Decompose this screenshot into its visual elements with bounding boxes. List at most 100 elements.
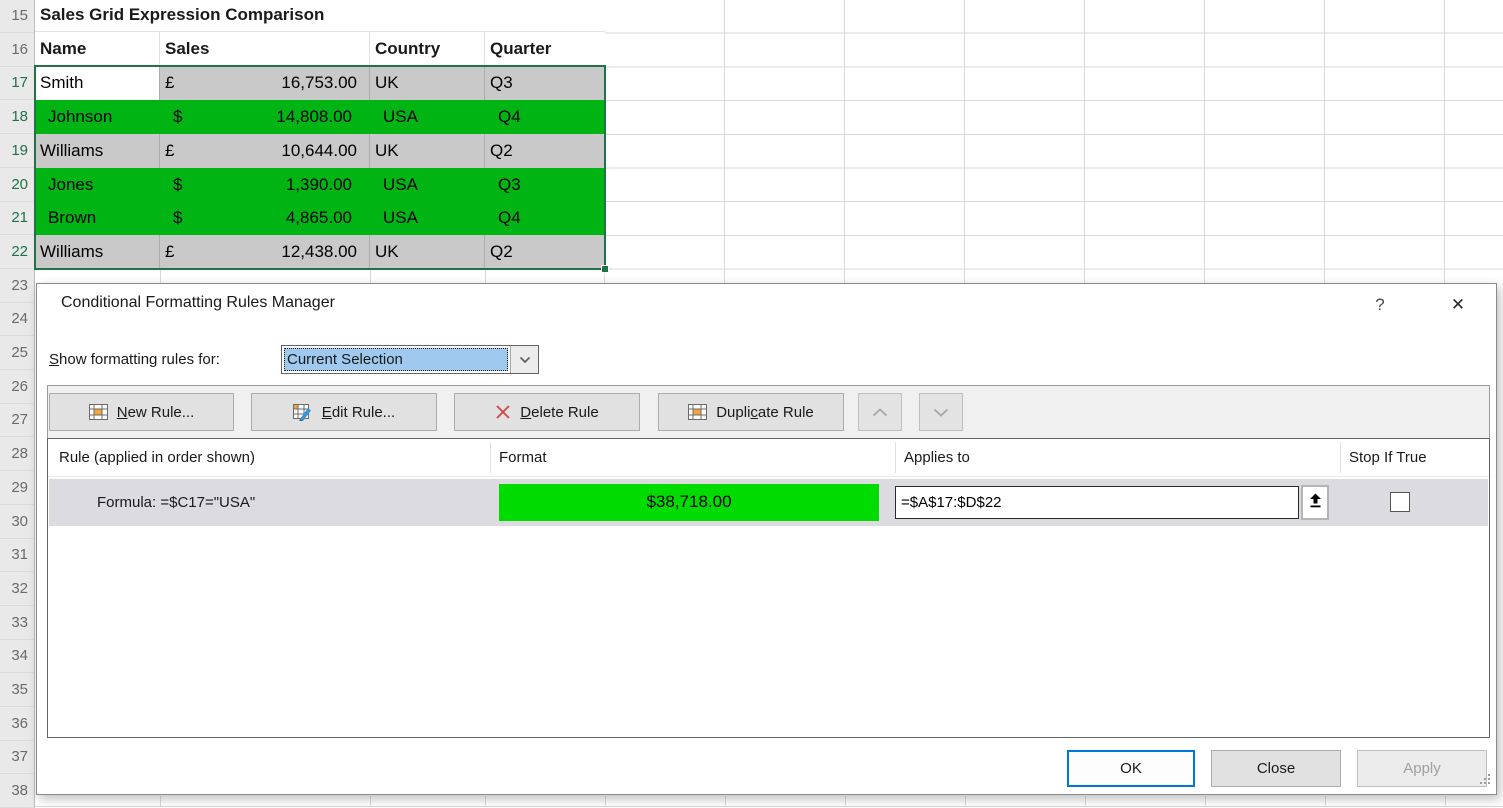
row-header[interactable]: 15 [0, 0, 34, 33]
row-header[interactable]: 27 [0, 403, 34, 437]
cell-a15-title[interactable]: Sales Grid Expression Comparison [35, 0, 605, 32]
cell-sales[interactable]: $ 14,808.00 [160, 100, 370, 134]
cell-quarter[interactable]: Q4 [485, 100, 605, 134]
cell-quarter[interactable]: Q2 [485, 235, 605, 269]
cell-sales[interactable]: £ 12,438.00 [160, 235, 370, 269]
cf-rules-manager-dialog: Conditional Formatting Rules Manager ? ✕… [36, 283, 1497, 795]
sheet-gridlines-row23 [35, 269, 605, 283]
edit-rule-button[interactable]: Edit Rule... [251, 393, 437, 431]
row-header[interactable]: 25 [0, 336, 34, 370]
row-header[interactable]: 29 [0, 471, 34, 505]
close-icon[interactable]: ✕ [1441, 290, 1475, 320]
delete-rule-button[interactable]: Delete Rule [454, 393, 640, 431]
header-cell-quarter[interactable]: Quarter [485, 32, 605, 66]
cell-country[interactable]: USA [370, 100, 485, 134]
row-header[interactable]: 35 [0, 673, 34, 707]
row-header[interactable]: 26 [0, 370, 34, 404]
row-header[interactable]: 24 [0, 302, 34, 336]
close-button[interactable]: Close [1211, 750, 1341, 787]
row-header[interactable]: 22 [0, 235, 34, 269]
help-icon[interactable]: ? [1367, 292, 1393, 318]
row-header[interactable]: 37 [0, 740, 34, 774]
sheet-row: Smith £ 16,753.00 UK Q3 [35, 66, 605, 100]
header-cell-country[interactable]: Country [370, 32, 485, 66]
sales-amount: 14,808.00 [276, 100, 352, 134]
cell-quarter[interactable]: Q2 [485, 134, 605, 168]
applies-to-input[interactable] [895, 486, 1299, 519]
cell-name[interactable]: Smith [35, 66, 160, 100]
sheet-gridlines-right [605, 0, 1503, 283]
row-header[interactable]: 34 [0, 639, 34, 673]
row-number-label: 27 [11, 411, 28, 428]
row-header[interactable]: 33 [0, 606, 34, 640]
cell-quarter[interactable]: Q3 [485, 66, 605, 100]
apply-button[interactable]: Apply [1357, 750, 1487, 787]
currency-symbol: $ [173, 168, 182, 202]
scope-dropdown[interactable]: Current Selection [281, 345, 539, 374]
sales-amount: 10,644.00 [281, 134, 357, 168]
cell-sales[interactable]: £ 10,644.00 [160, 134, 370, 168]
row-header[interactable]: 32 [0, 572, 34, 606]
fill-handle[interactable] [601, 265, 609, 273]
row-header[interactable]: 21 [0, 201, 34, 235]
row-header[interactable]: 28 [0, 437, 34, 471]
sheet-row: Johnson $ 14,808.00 USA Q4 [35, 100, 605, 134]
sales-amount: 1,390.00 [286, 168, 352, 202]
row-number-label: 25 [11, 344, 28, 361]
ok-button[interactable]: OK [1067, 750, 1195, 787]
row-header[interactable]: 19 [0, 134, 34, 168]
row-header[interactable]: 20 [0, 168, 34, 202]
currency-symbol: $ [173, 100, 182, 134]
row-number-label: 38 [11, 782, 28, 799]
rule-row[interactable]: Formula: =$C17="USA" $38,718.00 [49, 479, 1488, 526]
cell-country[interactable]: UK [370, 66, 485, 100]
move-rule-up-button[interactable] [858, 393, 902, 431]
row-number-label: 35 [11, 681, 28, 698]
cell-quarter[interactable]: Q3 [485, 168, 605, 202]
cell-sales[interactable]: £ 16,753.00 [160, 66, 370, 100]
cell-name[interactable]: Johnson [35, 100, 160, 134]
cell-name[interactable]: Jones [35, 168, 160, 202]
collapse-dialog-button[interactable] [1301, 485, 1329, 520]
row-header[interactable]: 17 [0, 66, 34, 100]
cell-name[interactable]: Brown [35, 201, 160, 235]
gridline [1445, 796, 1446, 806]
row-header[interactable]: 16 [0, 33, 34, 67]
cell-quarter[interactable]: Q4 [485, 201, 605, 235]
move-rule-down-button[interactable] [919, 393, 963, 431]
row-header[interactable]: 38 [0, 774, 34, 808]
row-header[interactable]: 23 [0, 269, 34, 303]
cell-sales[interactable]: $ 4,865.00 [160, 201, 370, 235]
row-number-label: 29 [11, 479, 28, 496]
row-header[interactable]: 30 [0, 505, 34, 539]
scope-dropdown-button[interactable] [510, 346, 538, 373]
new-rule-button[interactable]: New Rule... [49, 393, 234, 431]
sheet-row: Jones $ 1,390.00 USA Q3 [35, 168, 605, 202]
cell-country[interactable]: UK [370, 134, 485, 168]
sales-amount: 16,753.00 [281, 66, 357, 100]
sheet-row: Brown $ 4,865.00 USA Q4 [35, 201, 605, 235]
duplicate-rule-button[interactable]: Duplicate Rule [658, 393, 844, 431]
cell-sales[interactable]: $ 1,390.00 [160, 168, 370, 202]
rule-formula-text: Formula: =$C17="USA" [97, 479, 255, 526]
sheet-row: Williams £ 12,438.00 UK Q2 [35, 235, 605, 269]
sales-amount: 4,865.00 [286, 201, 352, 235]
resize-grip-icon[interactable] [1478, 772, 1492, 790]
cell-country[interactable]: USA [370, 168, 485, 202]
cell-country[interactable]: USA [370, 201, 485, 235]
stop-if-true-checkbox[interactable] [1390, 492, 1410, 512]
header-cell-name[interactable]: Name [35, 32, 160, 66]
gridline [485, 796, 486, 806]
row-header[interactable]: 36 [0, 707, 34, 741]
collapse-arrow-icon [1309, 493, 1322, 512]
column-header-stop-if-true: Stop If True [1349, 439, 1427, 476]
row-header[interactable]: 18 [0, 100, 34, 134]
header-cell-sales[interactable]: Sales [160, 32, 370, 66]
cell-country[interactable]: UK [370, 235, 485, 269]
cell-name[interactable]: Williams [35, 134, 160, 168]
row-header[interactable]: 31 [0, 538, 34, 572]
cell-name[interactable]: Williams [35, 235, 160, 269]
chevron-up-icon [872, 405, 888, 420]
delete-x-icon [495, 404, 511, 420]
new-rule-label: New Rule... [117, 404, 195, 421]
